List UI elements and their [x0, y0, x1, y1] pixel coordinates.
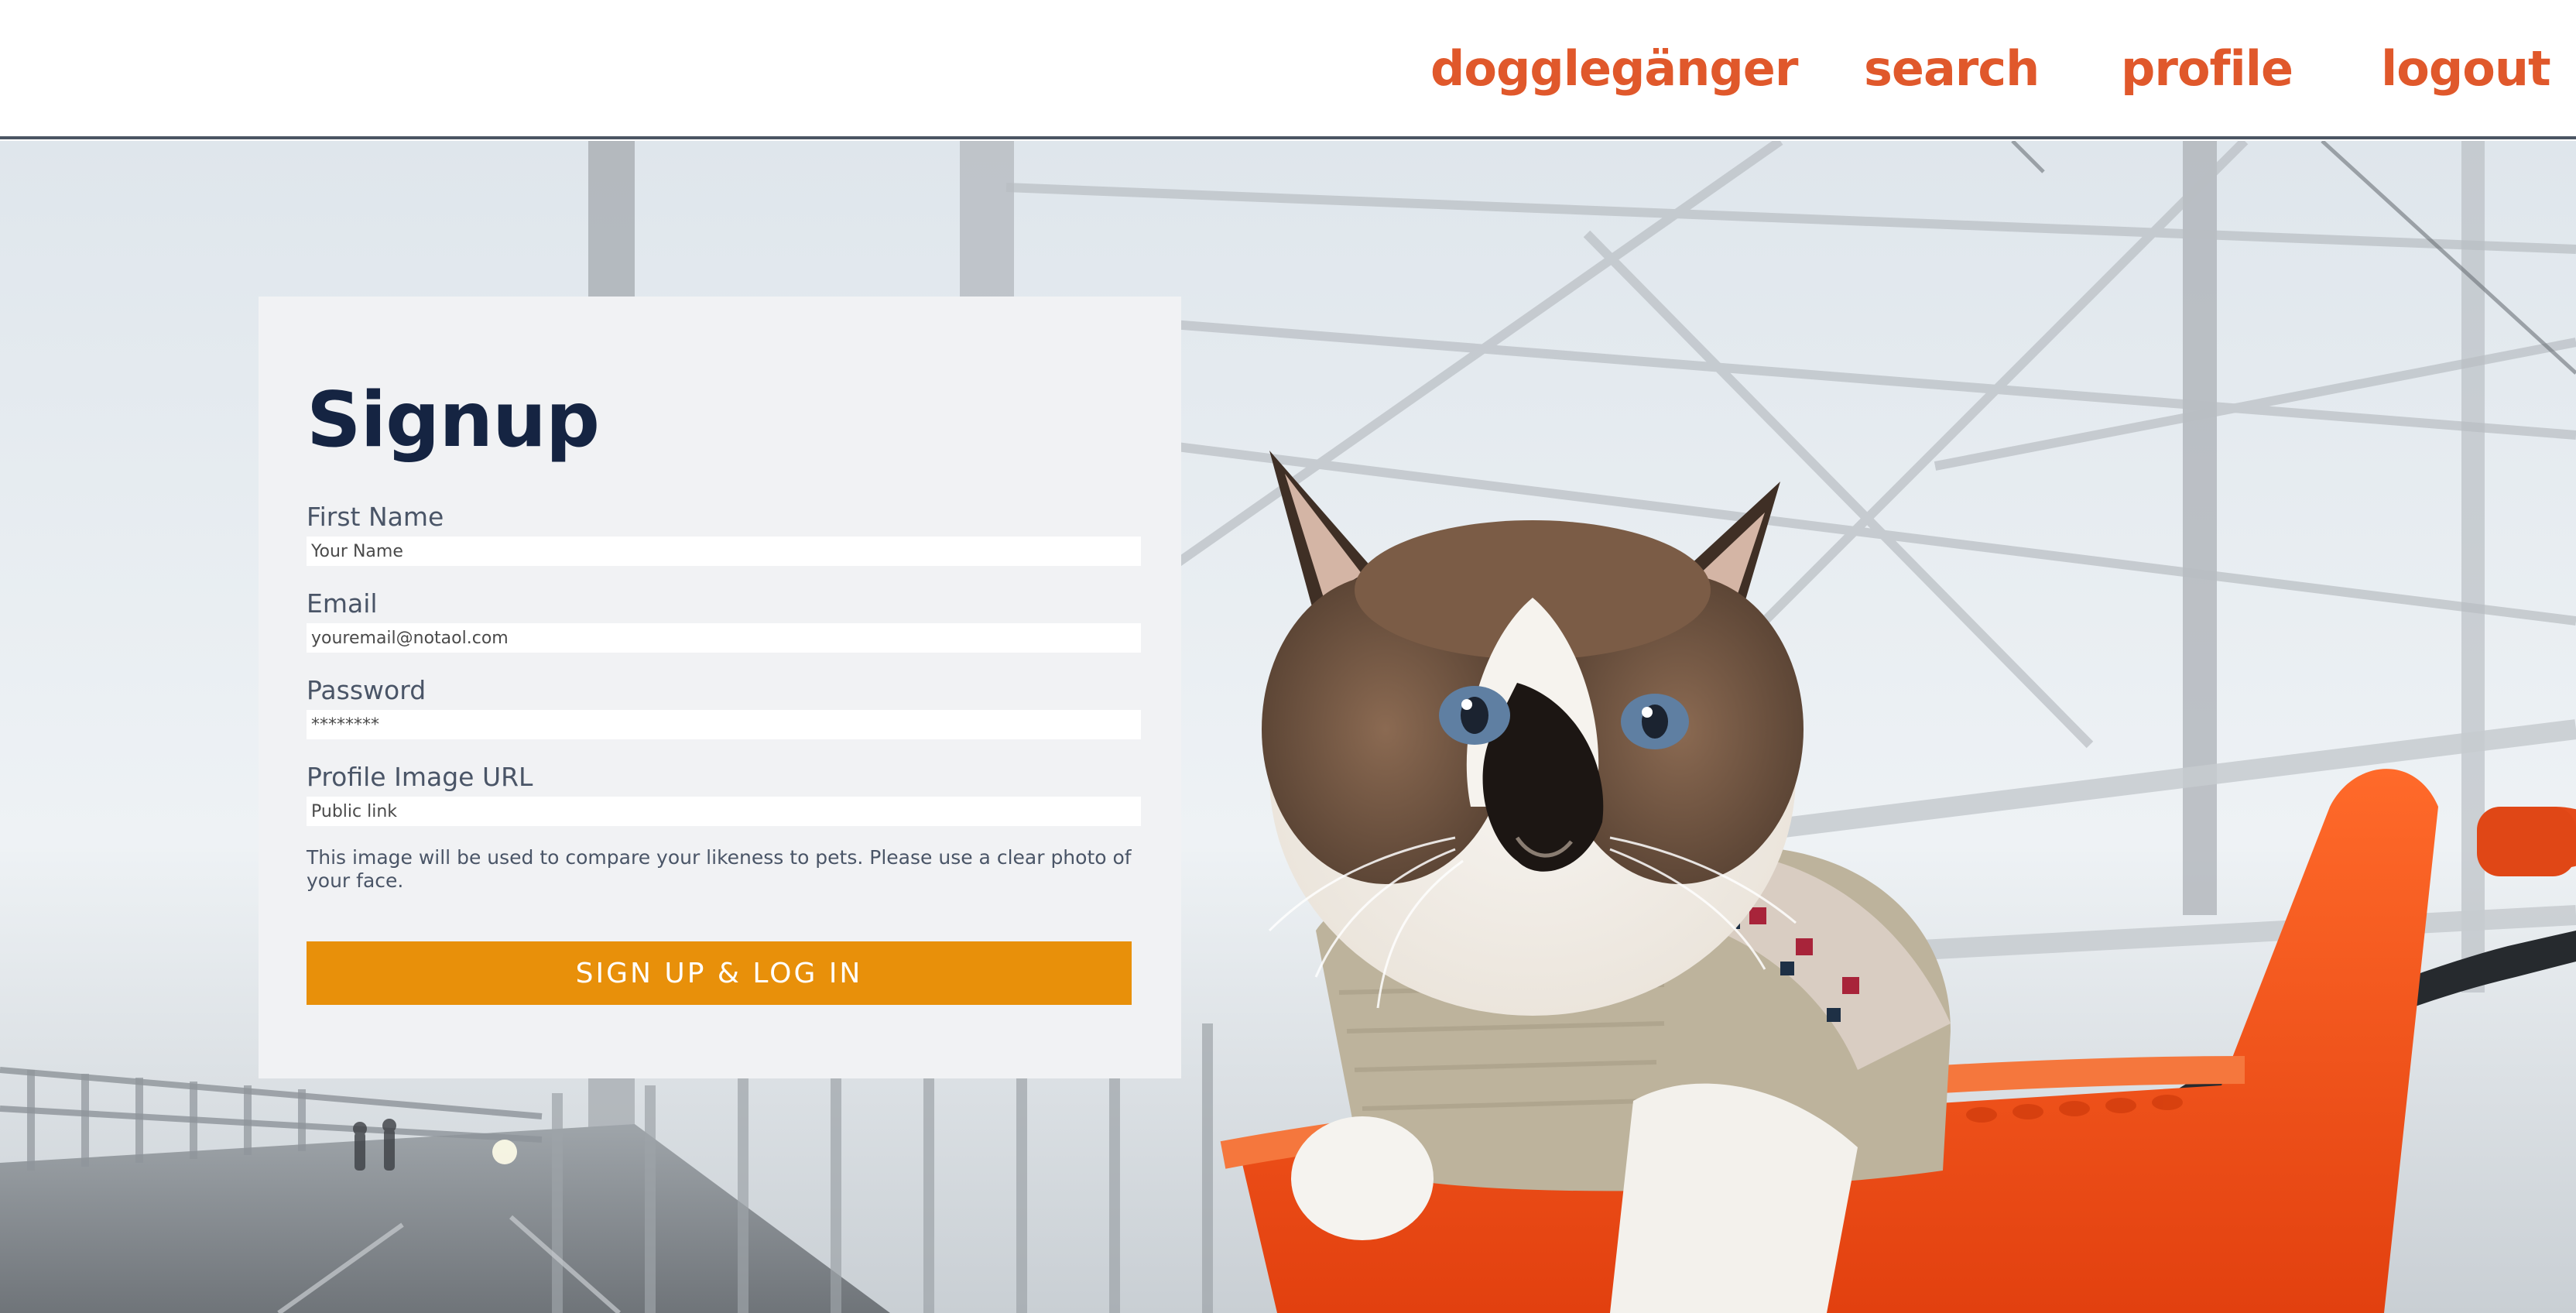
profile-image-url-input[interactable]	[307, 797, 1141, 826]
top-navbar: dogglegänger search profile logout	[0, 0, 2576, 139]
email-input[interactable]	[307, 623, 1141, 653]
brand-link[interactable]: dogglegänger	[1430, 34, 1798, 104]
profile-image-help-text: This image will be used to compare your …	[307, 846, 1132, 892]
signup-card: Signup First Name Email Password Profile…	[259, 297, 1181, 1078]
password-input[interactable]	[307, 710, 1141, 739]
email-label: Email	[307, 588, 378, 619]
profile-image-url-label: Profile Image URL	[307, 762, 533, 792]
nav-logout-link[interactable]: logout	[2381, 34, 2551, 104]
first-name-label: First Name	[307, 502, 444, 532]
nav-profile-link[interactable]: profile	[2121, 34, 2293, 104]
nav-search-link[interactable]: search	[1864, 34, 2040, 104]
signup-login-button[interactable]: SIGN UP & LOG IN	[307, 941, 1132, 1005]
first-name-input[interactable]	[307, 537, 1141, 566]
signup-title: Signup	[307, 376, 600, 465]
password-label: Password	[307, 675, 426, 705]
